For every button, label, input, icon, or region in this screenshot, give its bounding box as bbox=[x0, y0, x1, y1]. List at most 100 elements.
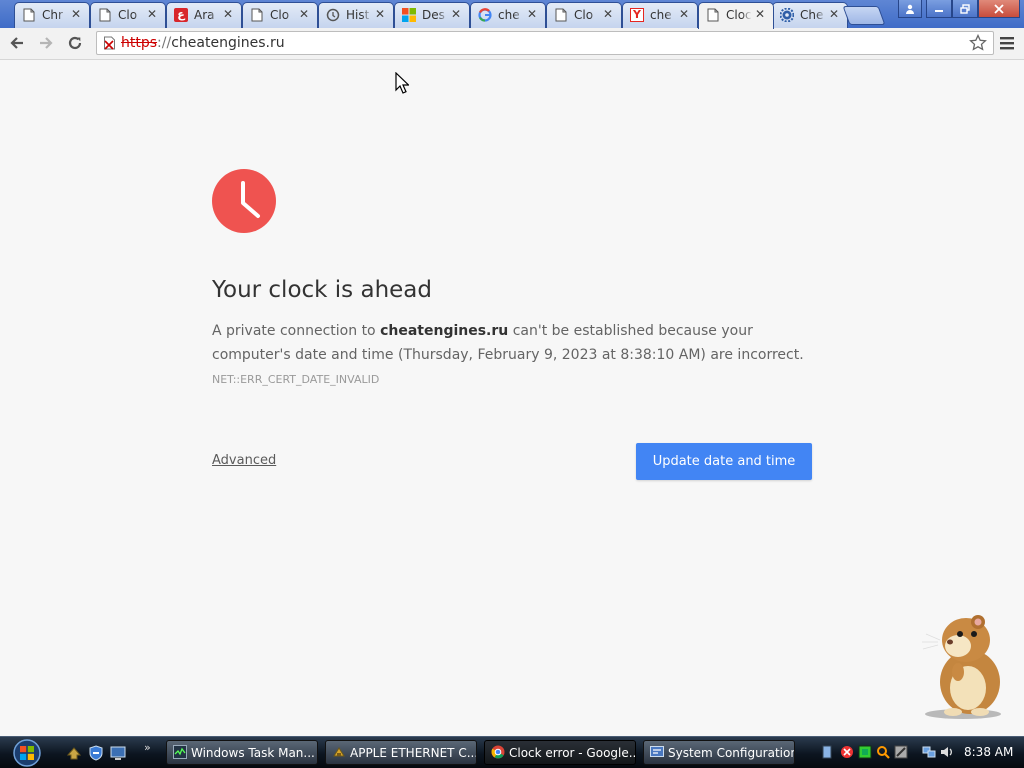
page-icon bbox=[250, 8, 264, 22]
tab-clock-3[interactable]: Clo ✕ bbox=[546, 2, 622, 28]
user-icon bbox=[906, 4, 914, 14]
tab-label: Clo bbox=[270, 8, 290, 22]
minimize-button[interactable] bbox=[926, 0, 952, 18]
close-icon[interactable]: ✕ bbox=[145, 7, 159, 21]
taskbar-label: Windows Task Man... bbox=[191, 746, 315, 760]
taskbar-label: System Configuration bbox=[668, 746, 795, 760]
new-tab-button[interactable] bbox=[842, 6, 886, 25]
mouse-cursor-icon bbox=[395, 72, 409, 94]
taskbar-label: Clock error - Google... bbox=[509, 746, 636, 760]
restore-button[interactable] bbox=[952, 0, 978, 18]
network-icon[interactable] bbox=[922, 745, 936, 759]
tab-label: che bbox=[650, 8, 672, 22]
shield-icon[interactable] bbox=[88, 745, 104, 761]
tab-label: Cloc bbox=[726, 8, 752, 22]
tab-chrome[interactable]: Chr ✕ bbox=[14, 2, 90, 28]
tab-label: Clo bbox=[574, 8, 594, 22]
close-icon[interactable]: ✕ bbox=[601, 7, 615, 21]
close-icon[interactable]: ✕ bbox=[677, 7, 691, 21]
taskbar-button-chrome[interactable]: Clock error - Google... bbox=[484, 740, 636, 765]
hamster-mascot-icon bbox=[922, 615, 1001, 719]
tab-strip: Chr ✕ Clo ✕ ع Ara ✕ Clo ✕ Hist ✕ Des ✕ c… bbox=[0, 0, 1024, 29]
url-scheme: https bbox=[121, 35, 158, 51]
taskbar-label: APPLE ETHERNET C... bbox=[350, 746, 477, 760]
tab-cheat-engine[interactable]: Che ✕ bbox=[772, 2, 848, 28]
profile-button[interactable] bbox=[898, 0, 922, 18]
tab-label: Ara bbox=[194, 8, 215, 22]
chrome-icon bbox=[491, 745, 505, 759]
history-icon bbox=[326, 8, 340, 22]
close-icon bbox=[994, 3, 1004, 14]
close-icon[interactable]: ✕ bbox=[297, 7, 311, 21]
tab-history[interactable]: Hist ✕ bbox=[318, 2, 394, 28]
taskbar-clock[interactable]: 8:38 AM bbox=[964, 745, 1013, 759]
bookmark-star-icon[interactable] bbox=[969, 34, 987, 52]
windows-logo-icon bbox=[402, 8, 416, 22]
close-icon[interactable]: ✕ bbox=[753, 7, 767, 21]
tab-label: Che bbox=[800, 8, 824, 22]
error-page: Your clock is ahead A private connection… bbox=[0, 60, 1024, 736]
close-icon[interactable]: ✕ bbox=[827, 7, 841, 21]
tray-utility-icon[interactable] bbox=[894, 745, 908, 759]
address-bar[interactable]: https://cheatengines.ru bbox=[96, 31, 994, 55]
google-icon bbox=[478, 8, 492, 22]
close-icon[interactable]: ✕ bbox=[69, 7, 83, 21]
close-icon[interactable]: ✕ bbox=[221, 7, 235, 21]
page-icon bbox=[98, 8, 112, 22]
broken-security-icon[interactable] bbox=[103, 36, 117, 50]
restore-icon bbox=[960, 3, 970, 14]
error-code: NET::ERR_CERT_DATE_INVALID bbox=[212, 373, 380, 386]
tab-google[interactable]: che ✕ bbox=[470, 2, 546, 28]
tray-app-icon[interactable] bbox=[858, 745, 872, 759]
reload-button[interactable] bbox=[64, 32, 86, 54]
taskbar-button-task-manager[interactable]: Windows Task Man... bbox=[166, 740, 318, 765]
tray-device-icon[interactable] bbox=[820, 745, 834, 759]
taskbar-button-ethernet[interactable]: APPLE ETHERNET C... bbox=[325, 740, 477, 765]
error-message: A private connection to cheatengines.ru … bbox=[212, 319, 812, 367]
tab-windows[interactable]: Des ✕ bbox=[394, 2, 470, 28]
close-icon[interactable]: ✕ bbox=[525, 7, 539, 21]
back-arrow-icon bbox=[10, 37, 23, 49]
page-icon bbox=[706, 8, 720, 22]
tab-label: Clo bbox=[118, 8, 138, 22]
forward-button[interactable] bbox=[35, 32, 57, 54]
tab-arabic[interactable]: ع Ara ✕ bbox=[166, 2, 242, 28]
network-adapter-icon bbox=[333, 747, 345, 757]
page-title: Your clock is ahead bbox=[212, 277, 432, 303]
minimize-icon bbox=[935, 9, 943, 12]
url-text: https://cheatengines.ru bbox=[121, 35, 285, 51]
taskbar-button-system-configuration[interactable]: System Configuration bbox=[643, 740, 795, 765]
tab-clock-1[interactable]: Clo ✕ bbox=[90, 2, 166, 28]
gear-icon bbox=[780, 8, 794, 22]
start-button-icon[interactable] bbox=[10, 737, 44, 767]
url-separator: :// bbox=[157, 35, 172, 51]
system-config-icon bbox=[650, 746, 664, 757]
show-desktop-icon[interactable] bbox=[110, 745, 126, 761]
tab-clock-error-active[interactable]: Cloc ✕ bbox=[698, 2, 774, 29]
tab-label: Chr bbox=[42, 8, 63, 22]
back-button[interactable] bbox=[6, 32, 28, 54]
volume-icon[interactable] bbox=[940, 745, 954, 759]
browser-toolbar: https://cheatengines.ru bbox=[0, 28, 1024, 60]
arabic-site-icon: ع bbox=[174, 8, 188, 22]
page-icon bbox=[554, 8, 568, 22]
tab-clock-2[interactable]: Clo ✕ bbox=[242, 2, 318, 28]
advanced-link[interactable]: Advanced bbox=[212, 453, 276, 468]
puzzle-tool-icon[interactable] bbox=[66, 745, 82, 761]
close-icon[interactable]: ✕ bbox=[373, 7, 387, 21]
url-host: cheatengines.ru bbox=[171, 35, 285, 51]
tab-yandex[interactable]: Y che ✕ bbox=[622, 2, 698, 28]
close-window-button[interactable] bbox=[978, 0, 1020, 18]
close-icon[interactable]: ✕ bbox=[449, 7, 463, 21]
page-icon bbox=[22, 8, 36, 22]
menu-icon[interactable] bbox=[998, 34, 1016, 52]
task-manager-icon bbox=[173, 745, 187, 759]
update-date-time-button[interactable]: Update date and time bbox=[636, 443, 812, 480]
tray-error-icon[interactable] bbox=[840, 745, 854, 759]
tab-label: che bbox=[498, 8, 520, 22]
tab-label: Des bbox=[422, 8, 445, 22]
quick-launch-more[interactable]: » bbox=[144, 741, 151, 754]
message-prefix: A private connection to bbox=[212, 323, 381, 339]
yandex-icon: Y bbox=[630, 8, 644, 22]
tray-search-icon[interactable] bbox=[876, 745, 890, 759]
